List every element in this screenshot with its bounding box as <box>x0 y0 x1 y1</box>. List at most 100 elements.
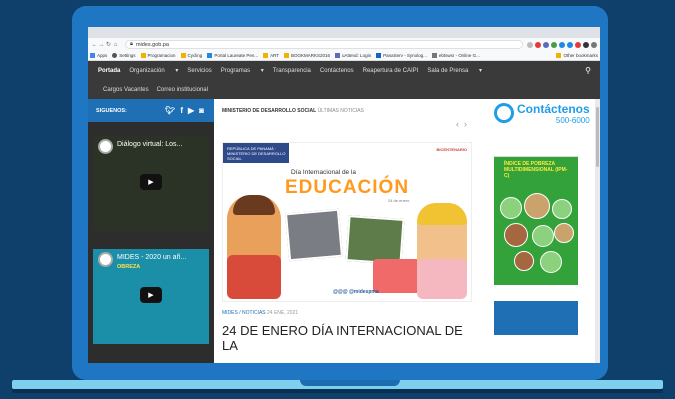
bookmark-item[interactable]: uAttend: Login <box>335 53 371 58</box>
right-sidebar: Contáctenos 500-6000 ÍNDICE DE POBREZA M… <box>486 99 600 363</box>
bookmark-item[interactable]: Settings <box>112 53 136 58</box>
site-icon <box>376 53 382 58</box>
extension-icon[interactable] <box>567 41 573 48</box>
bookmark-item[interactable]: Apps <box>90 53 107 58</box>
other-bookmarks[interactable]: Other bookmarks <box>556 53 598 58</box>
video-title: Diálogo virtual: Los... <box>117 141 183 148</box>
photo-circle <box>540 251 562 273</box>
reload-icon[interactable]: ↻ <box>105 41 112 48</box>
browser-window: ← → ↻ ⌂ 🔒︎ mides.gob.pa Apps Settings Pr… <box>88 27 600 363</box>
nav-item-servicios[interactable]: Servicios <box>187 68 211 74</box>
follow-label: SIGUENOS: <box>96 107 127 114</box>
bookmark-item[interactable]: Cycling <box>180 53 202 58</box>
bookmarks-bar: Apps Settings Programacion Cycling Porta… <box>88 51 600 61</box>
nav-item-programas[interactable]: Programas ▾ <box>221 67 264 74</box>
article-date: 24 ENE, 2021 <box>267 310 299 316</box>
menu-icon[interactable] <box>591 41 597 48</box>
bookmark-item[interactable]: Programacion <box>140 53 176 58</box>
video-embed[interactable]: MIDES - 2020 un añ... OBREZA ▶ <box>93 249 209 344</box>
hair-shape <box>233 195 275 215</box>
banner-heading: Día Internacional de la <box>291 169 357 176</box>
article-tag: MIDES / NOTICIAS 24 ENE, 2021 <box>222 310 478 316</box>
folder-icon <box>180 53 186 58</box>
facebook-icon[interactable]: f <box>180 106 183 115</box>
bookmark-item[interactable]: ebtswsr - Online G... <box>431 53 480 58</box>
video-subtitle: OBREZA <box>117 264 141 270</box>
left-sidebar: SIGUENOS: 🐦︎ f ▶ ◙ Diálogo virtual: Los.… <box>88 99 214 363</box>
extension-icon[interactable] <box>583 41 589 48</box>
bookmark-item[interactable]: BOOKMARKS2016 <box>284 53 330 58</box>
video-embed[interactable]: Diálogo virtual: Los... ▶ <box>93 136 209 231</box>
shirt-shape <box>417 259 467 299</box>
illustration-boy <box>227 195 281 299</box>
news-banner-image[interactable]: REPÚBLICA DE PANAMÁ · MINISTERIO DE DESA… <box>222 142 472 302</box>
bookmark-item[interactable]: ART <box>263 53 279 58</box>
extension-icon[interactable] <box>535 41 541 48</box>
nav-item-reapertura[interactable]: Reapertura de CAIPI <box>363 68 419 74</box>
back-icon[interactable]: ← <box>91 42 98 48</box>
nav-item-portada[interactable]: Portada <box>98 68 120 74</box>
report-header <box>494 135 578 157</box>
search-icon[interactable]: ⚲ <box>585 66 591 75</box>
photo-circle <box>504 223 528 247</box>
youtube-icon[interactable]: ▶ <box>188 106 194 115</box>
nav-item-transparencia[interactable]: Transparencia <box>273 68 311 74</box>
video-title: MIDES - 2020 un añ... <box>117 254 187 261</box>
home-icon[interactable]: ⌂ <box>112 42 119 48</box>
forward-icon[interactable]: → <box>98 42 105 48</box>
extension-icon[interactable] <box>551 41 557 48</box>
photo-circle <box>552 199 572 219</box>
nav-item-organizacion[interactable]: Organización ▾ <box>129 67 178 74</box>
nav-item-sala-de-prensa[interactable]: Sala de Prensa ▾ <box>427 67 482 74</box>
contact-banner[interactable]: Contáctenos 500-6000 <box>494 102 600 125</box>
nav-item-contactenos[interactable]: Contáctenos <box>320 68 354 74</box>
breadcrumb: MINISTERIO DE DESARROLLO SOCIAL ÚLTIMAS … <box>222 108 478 114</box>
twitter-icon[interactable]: 🐦︎ <box>165 106 175 115</box>
shirt-shape <box>227 255 281 299</box>
tab-bar <box>88 27 600 38</box>
hair-shape <box>417 203 467 225</box>
article-category[interactable]: MIDES / NOTICIAS <box>222 310 266 316</box>
url-bar: ← → ↻ ⌂ 🔒︎ mides.gob.pa <box>88 38 600 51</box>
article-headline[interactable]: 24 DE ENERO DÍA INTERNACIONAL DE LA <box>222 323 478 353</box>
site-navigation: Portada Organización ▾ Servicios Program… <box>88 61 600 99</box>
star-icon[interactable] <box>527 41 533 48</box>
ipm-report-cover[interactable]: ÍNDICE DE POBREZA MULTIDIMENSIONAL (IPM-… <box>494 135 578 285</box>
bookmark-item[interactable]: PanaServ - Synolog... <box>376 53 427 58</box>
chevron-right-icon[interactable]: › <box>464 119 472 129</box>
nav-secondary: Cargos Vacantes Correo institucional <box>88 80 600 99</box>
photo-circle <box>524 193 550 219</box>
chevron-left-icon[interactable]: ‹ <box>456 119 464 129</box>
promo-banner[interactable] <box>494 301 578 335</box>
photo-circle <box>500 197 522 219</box>
folder-icon <box>556 53 562 58</box>
stage: ← → ↻ ⌂ 🔒︎ mides.gob.pa Apps Settings Pr… <box>0 0 675 399</box>
address-field[interactable]: 🔒︎ mides.gob.pa <box>125 40 523 49</box>
page-scrollbar[interactable] <box>595 99 600 363</box>
folder-icon <box>263 53 269 58</box>
channel-avatar <box>98 252 113 267</box>
nav-item-correo[interactable]: Correo institucional <box>157 87 208 93</box>
instagram-icon[interactable]: ◙ <box>199 106 204 115</box>
play-button[interactable]: ▶ <box>140 287 162 303</box>
bookmark-item[interactable]: Portal Laureate Pen... <box>207 53 258 58</box>
scrollbar-thumb[interactable] <box>596 107 599 167</box>
site-icon <box>431 53 437 58</box>
bicentenario-logo: BICENTENARIO <box>436 147 467 152</box>
contact-text: Contáctenos 500-6000 <box>517 102 590 125</box>
play-button[interactable]: ▶ <box>140 174 162 190</box>
extension-icon[interactable] <box>559 41 565 48</box>
photo-circle <box>532 225 554 247</box>
breadcrumb-section[interactable]: MINISTERIO DE DESARROLLO SOCIAL <box>222 108 316 114</box>
extension-icon[interactable] <box>575 41 581 48</box>
report-title: ÍNDICE DE POBREZA MULTIDIMENSIONAL (IPM-… <box>504 161 568 179</box>
banner-title: EDUCACIÓN <box>285 177 410 198</box>
folder-icon <box>284 53 290 58</box>
site-icon <box>207 53 213 58</box>
breadcrumb-sub[interactable]: ÚLTIMAS NOTICIAS <box>318 108 364 114</box>
social-handle: @@@ @midespma <box>333 289 379 295</box>
extension-icon[interactable] <box>543 41 549 48</box>
nav-item-cargos-vacantes[interactable]: Cargos Vacantes <box>103 87 149 93</box>
photo-circle <box>554 223 574 243</box>
banner-photo <box>345 215 405 265</box>
